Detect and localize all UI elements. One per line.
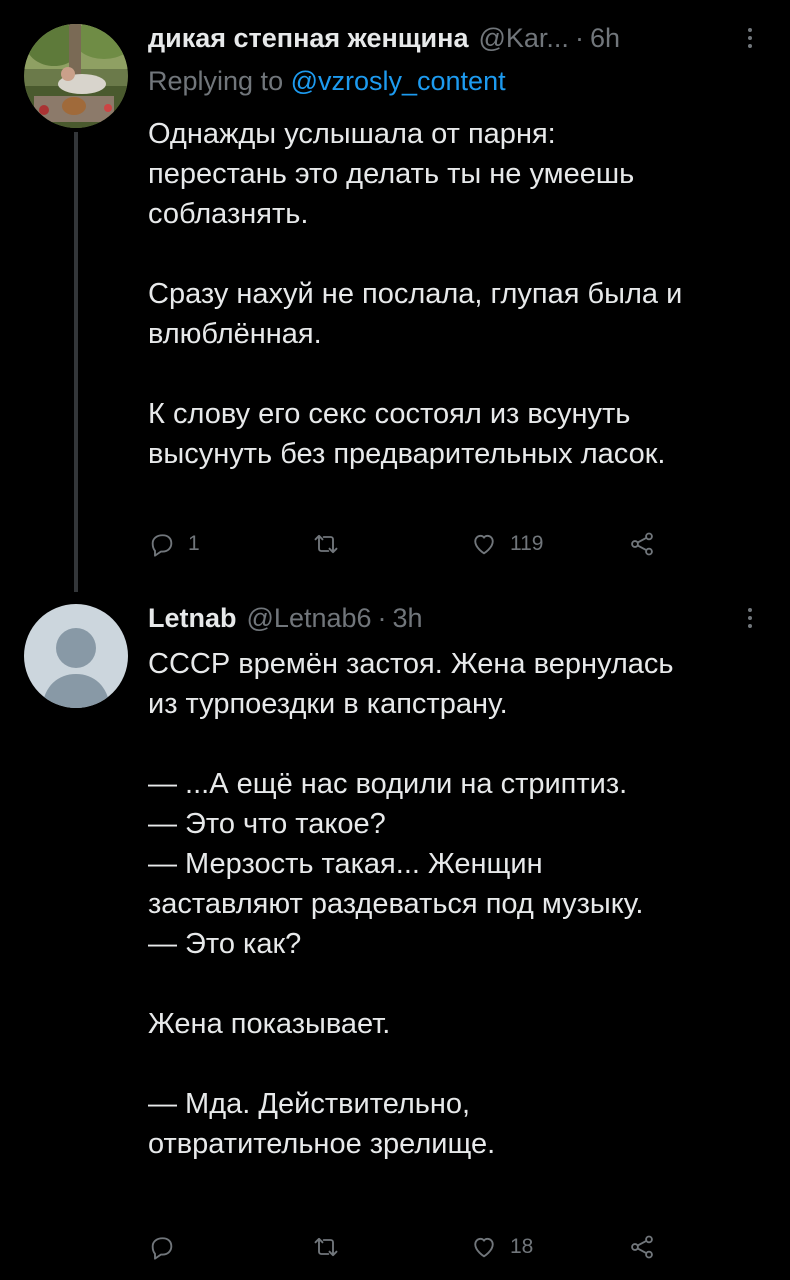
avatar-photo bbox=[24, 24, 128, 128]
text-line bbox=[148, 354, 773, 394]
text-line: — Это что такое? bbox=[148, 808, 386, 840]
user-handle[interactable]: @Kar... bbox=[478, 23, 568, 54]
avatar[interactable] bbox=[24, 604, 128, 708]
replying-to: Replying to @vzrosly_content bbox=[148, 66, 506, 97]
separator-dot: · bbox=[574, 22, 584, 53]
text-line: Жена показывает. bbox=[148, 1008, 391, 1040]
text-line: К слову его секс состоял из всунуть bbox=[148, 398, 631, 430]
timestamp[interactable]: 3h bbox=[393, 603, 423, 634]
more-vertical-icon[interactable] bbox=[740, 18, 760, 58]
share-icon bbox=[631, 532, 653, 556]
text-line: влюблённая. bbox=[148, 318, 322, 350]
reply-icon bbox=[151, 534, 173, 557]
text-line: — Это как? bbox=[148, 928, 302, 960]
reply-button[interactable] bbox=[148, 1230, 188, 1264]
text-line: заставляют раздеваться под музыку. bbox=[148, 888, 644, 920]
user-handle[interactable]: @Letnab6 bbox=[247, 603, 372, 634]
display-name[interactable]: Letnab bbox=[148, 603, 237, 634]
heart-icon bbox=[474, 534, 494, 555]
share-button[interactable] bbox=[628, 1230, 656, 1264]
tweet-1[interactable]: дикая степная женщина @Kar... · 6h Reply… bbox=[0, 0, 790, 592]
text-line: СССР времён застоя. Жена вернулась bbox=[148, 648, 674, 680]
reply-count: 1 bbox=[188, 532, 200, 555]
like-button[interactable]: 18 bbox=[470, 1230, 533, 1264]
text-line: Однажды услышала от парня: bbox=[148, 118, 556, 150]
heart-icon bbox=[474, 1237, 494, 1258]
tweet-header: дикая степная женщина @Kar... · 6h bbox=[148, 18, 760, 58]
text-line: отвратительное зрелище. bbox=[148, 1128, 496, 1160]
thread-line bbox=[74, 132, 78, 592]
retweet-icon bbox=[314, 534, 338, 554]
retweet-button[interactable] bbox=[312, 527, 352, 561]
text-line bbox=[148, 724, 773, 764]
retweet-button[interactable] bbox=[312, 1230, 352, 1264]
separator-dot: · bbox=[377, 602, 387, 633]
timestamp[interactable]: 6h bbox=[590, 23, 620, 54]
reply-mention-link[interactable]: @vzrosly_content bbox=[291, 66, 506, 96]
default-avatar-icon bbox=[24, 604, 128, 708]
display-name[interactable]: дикая степная женщина bbox=[148, 23, 468, 54]
reply-button[interactable]: 1 bbox=[148, 527, 200, 561]
text-line: — ...А ещё нас водили на стриптиз. bbox=[148, 768, 628, 800]
text-line bbox=[148, 1044, 773, 1084]
text-line bbox=[148, 964, 773, 1004]
text-line: — Мда. Действительно, bbox=[148, 1088, 471, 1120]
like-button[interactable]: 119 bbox=[470, 527, 543, 561]
text-line: — Мерзость такая... Женщин bbox=[148, 848, 543, 880]
share-button[interactable] bbox=[628, 527, 656, 561]
tweet-header: Letnab @Letnab6 · 3h bbox=[148, 598, 760, 638]
tweet-actions: 1 119 bbox=[148, 527, 668, 561]
retweet-icon bbox=[314, 1237, 338, 1257]
text-line: высунуть без предварительных ласок. bbox=[148, 438, 666, 470]
avatar[interactable] bbox=[24, 24, 128, 128]
text-line bbox=[148, 234, 773, 274]
like-count: 119 bbox=[510, 532, 544, 555]
like-count: 18 bbox=[510, 1235, 534, 1258]
text-line: соблазнять. bbox=[148, 198, 309, 230]
text-line: перестань это делать ты не умеешь bbox=[148, 158, 635, 190]
tweet-text: СССР времён застоя. Жена вернулась из ту… bbox=[148, 644, 773, 1164]
reply-icon bbox=[151, 1237, 173, 1260]
text-line: из турпоездки в капстрану. bbox=[148, 688, 508, 720]
replying-prefix: Replying to bbox=[148, 66, 291, 96]
tweet-2[interactable]: Letnab @Letnab6 · 3h СССР времён застоя.… bbox=[0, 590, 790, 1280]
share-icon bbox=[631, 1235, 653, 1259]
tweet-text: Однажды услышала от парня: перестань это… bbox=[148, 114, 773, 474]
more-vertical-icon[interactable] bbox=[740, 598, 760, 638]
text-line: Сразу нахуй не послала, глупая была и bbox=[148, 278, 683, 310]
tweet-actions: 18 bbox=[148, 1230, 668, 1264]
